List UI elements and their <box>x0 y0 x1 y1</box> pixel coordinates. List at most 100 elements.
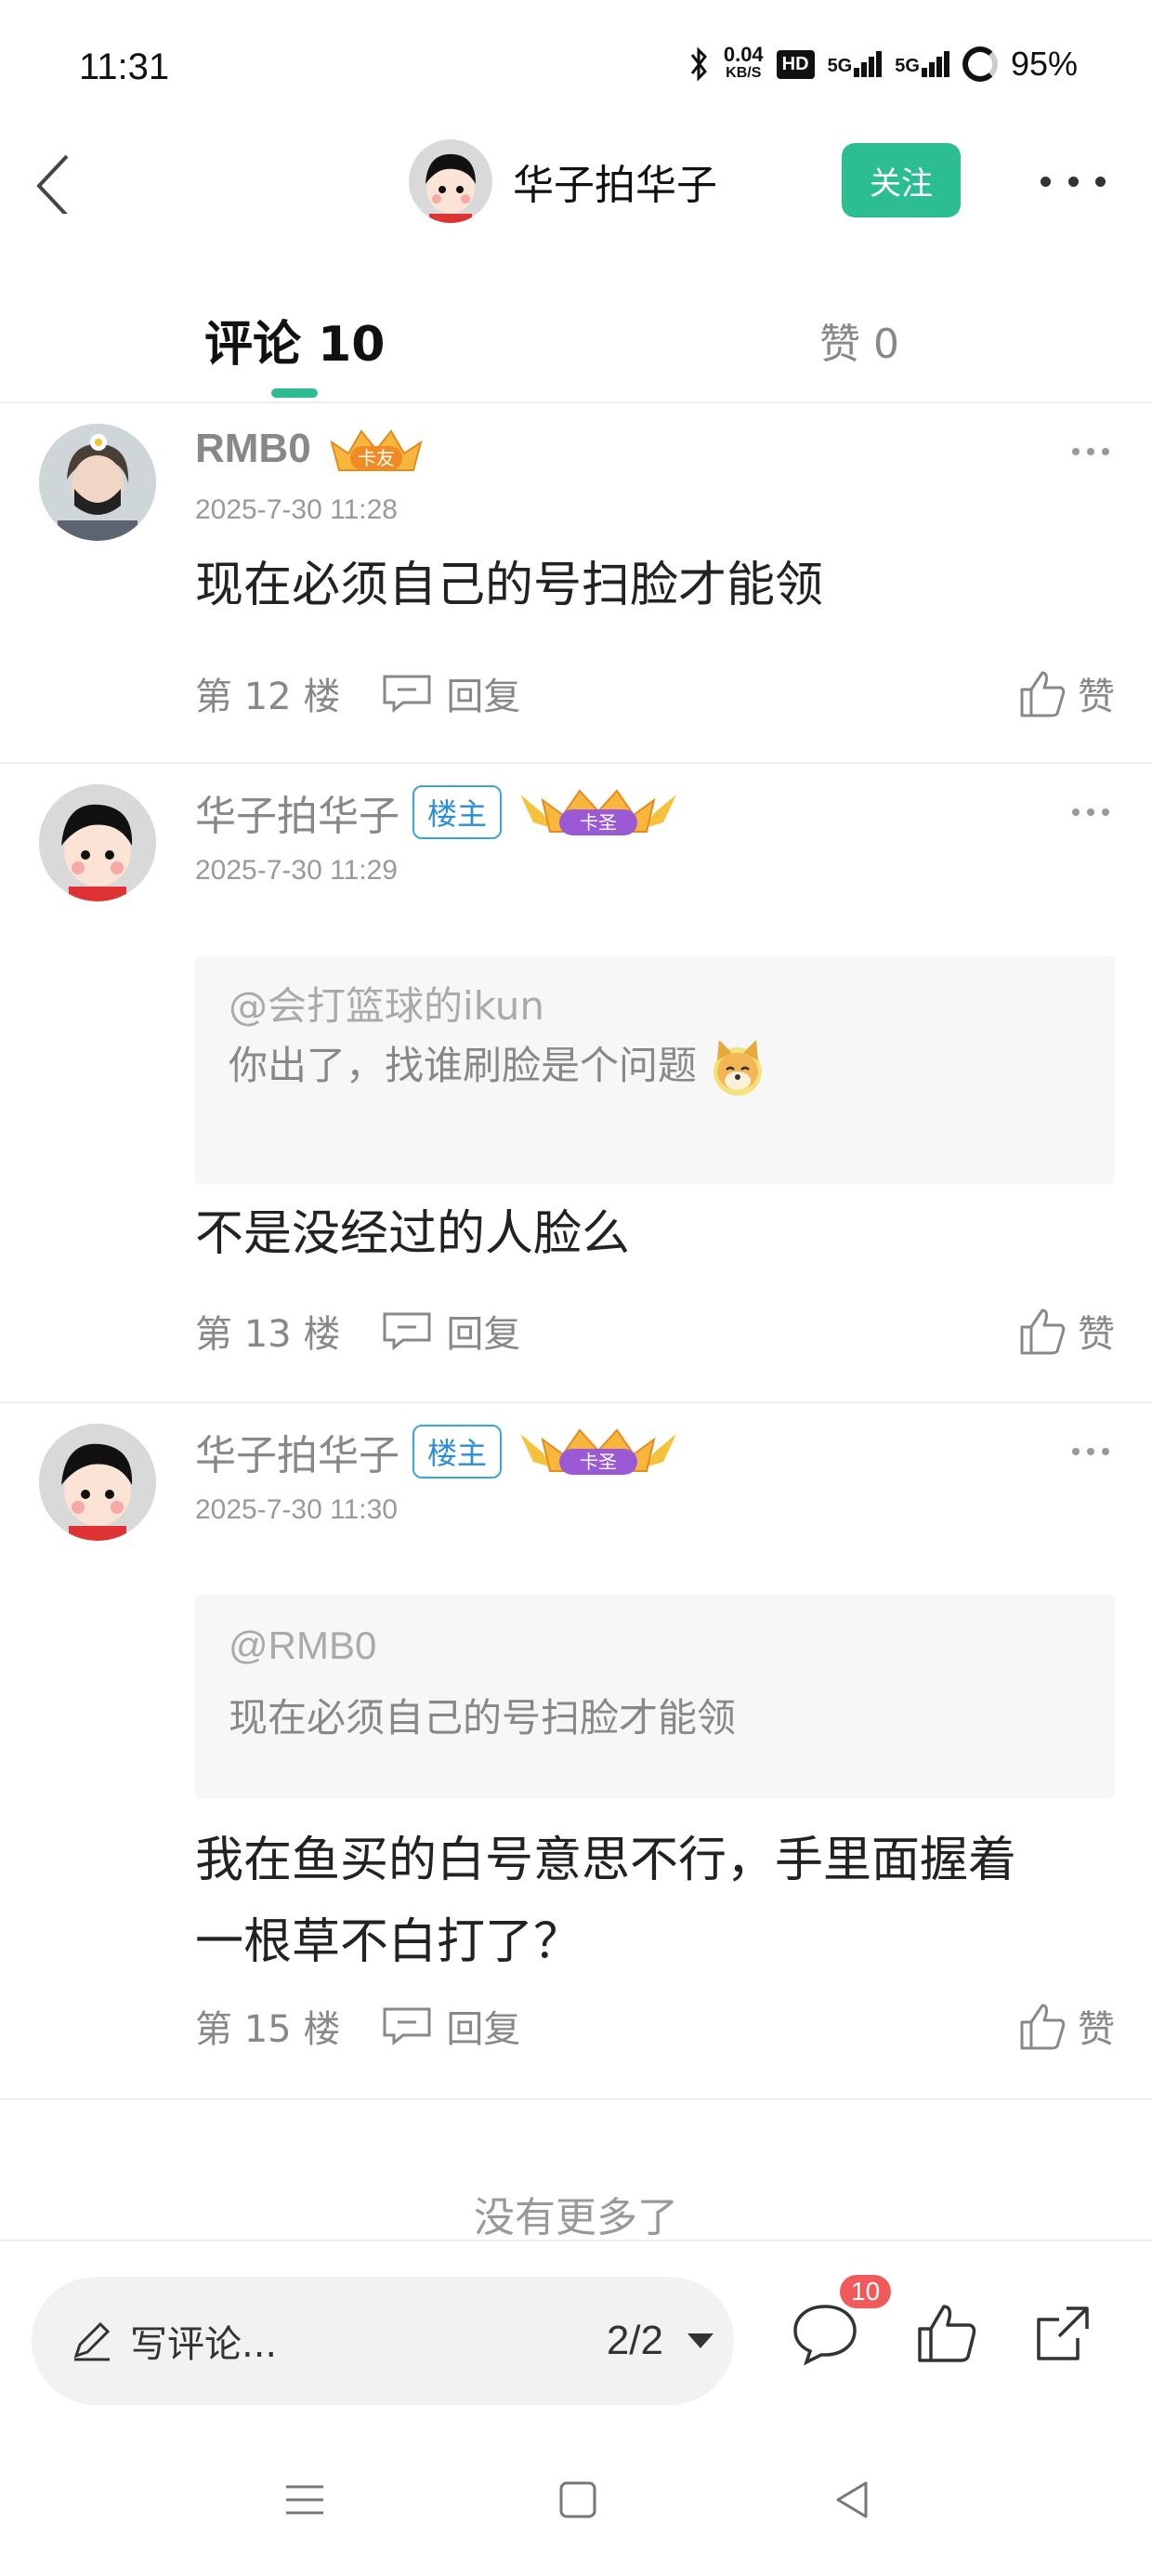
cartoon-avatar-icon <box>39 784 156 901</box>
comment-body-line: 我在鱼买的白号意思不行，手里面握着 <box>195 1833 1017 1888</box>
reply-label: 回复 <box>446 676 521 718</box>
battery-percent: 95% <box>1010 45 1078 83</box>
comment-author-row: RMB0 卡友 <box>195 422 428 476</box>
comment-time: 2025-7-30 11:30 <box>195 1494 398 1525</box>
battery-icon <box>962 46 998 82</box>
avatar[interactable] <box>39 1424 156 1541</box>
reply-icon <box>383 675 431 714</box>
comment-author-name[interactable]: RMB0 <box>195 426 311 472</box>
quoted-comment[interactable]: @会打篮球的ikun 你出了，找谁刷脸是个问题 <box>195 955 1115 1184</box>
medal-label: 卡友 <box>358 447 395 469</box>
crown-medal-icon: 卡圣 <box>520 789 677 835</box>
reply-button[interactable]: 回复 <box>381 1304 520 1358</box>
hd-badge: HD <box>776 49 815 79</box>
tab-likes[interactable]: 赞 0 <box>819 310 899 370</box>
no-more-text: 没有更多了 <box>474 2194 678 2241</box>
comment-more-icon[interactable] <box>1072 808 1109 816</box>
thumb-up-icon[interactable] <box>910 2297 985 2372</box>
status-bar: 11:31 0.04 KB/S HD 5G 5G 95% <box>0 0 1152 139</box>
avatar[interactable] <box>39 784 156 901</box>
like-button[interactable]: 赞 <box>1016 1304 1115 1358</box>
avatar[interactable] <box>409 139 492 223</box>
net-speed-value: 0.04 <box>723 43 764 66</box>
comment-item: 华子拍华子 楼主 卡圣 2025-7-30 11:29 @会打篮球的ikun 你… <box>0 766 1152 1403</box>
home-nav-icon[interactable] <box>550 2472 606 2528</box>
reply-icon <box>383 1312 431 1351</box>
avatar[interactable] <box>39 424 156 541</box>
reply-button[interactable]: 回复 <box>381 1999 520 2053</box>
comment-item: RMB0 卡友 2025-7-30 11:28 现在必须自己的号扫脸才能领 第 … <box>0 405 1152 764</box>
comment-author-row: 华子拍华子 楼主 卡圣 <box>195 782 682 842</box>
reply-icon <box>383 2007 431 2046</box>
quote-mention[interactable]: @RMB0 <box>229 1619 1081 1673</box>
comment-body: 现在必须自己的号扫脸才能领 <box>195 558 824 613</box>
header-user-name[interactable]: 华子拍华子 <box>513 151 717 211</box>
floor-number: 第 13 楼 <box>195 1313 341 1356</box>
bottom-action-bar: 写评论... 2/2 10 <box>0 2240 1152 2425</box>
quote-text: 现在必须自己的号扫脸才能领 <box>229 1695 737 1741</box>
comment-body: 不是没经过的人脸么 <box>195 1206 631 1262</box>
owner-badge: 楼主 <box>412 785 503 839</box>
system-nav-bar <box>0 2425 1152 2576</box>
comment-body: 我在鱼买的白号意思不行，手里面握着 一根草不白打了？ <box>195 1820 1115 1983</box>
crown-medal-icon: 卡圣 <box>520 1428 677 1475</box>
medal-badge: 卡友 <box>324 422 428 476</box>
quote-text: 你出了，找谁刷脸是个问题 <box>229 1043 698 1088</box>
comment-icon[interactable] <box>788 2297 862 2372</box>
medal-badge: 卡圣 <box>515 785 682 839</box>
back-nav-icon[interactable] <box>825 2472 881 2528</box>
comment-footer: 第 15 楼 回复 赞 <box>195 1998 1115 2054</box>
more-icon[interactable] <box>1041 158 1106 204</box>
like-button[interactable]: 赞 <box>1016 666 1115 720</box>
sim2-label: 5G <box>895 56 920 76</box>
floor-number: 第 12 楼 <box>195 676 341 718</box>
page-indicator[interactable]: 2/2 <box>607 2318 663 2364</box>
write-comment-input[interactable]: 写评论... 2/2 <box>32 2277 734 2405</box>
medal-label: 卡圣 <box>580 811 617 834</box>
medal-badge: 卡圣 <box>515 1425 682 1479</box>
comment-more-icon[interactable] <box>1072 1448 1109 1455</box>
top-header: 华子拍华子 关注 <box>0 139 1152 260</box>
chevron-down-icon[interactable] <box>687 2333 713 2348</box>
write-comment-placeholder: 写评论... <box>130 2323 278 2366</box>
follow-button[interactable]: 关注 <box>842 143 961 217</box>
net-speed-unit: KB/S <box>726 65 762 81</box>
signal-sim1-icon: 5G <box>828 51 883 77</box>
share-icon[interactable] <box>1026 2297 1100 2372</box>
comment-item: 华子拍华子 楼主 卡圣 2025-7-30 11:30 @RMB0 现在必须自己… <box>0 1405 1152 2100</box>
cartoon-avatar-icon <box>409 139 492 223</box>
reply-button[interactable]: 回复 <box>381 666 520 720</box>
back-icon[interactable] <box>28 149 93 214</box>
comment-more-icon[interactable] <box>1072 448 1109 455</box>
comment-author-name[interactable]: 华子拍华子 <box>195 782 399 842</box>
tab-bar: 评论 10 赞 0 <box>0 288 1152 403</box>
net-speed: 0.04 KB/S <box>723 43 764 83</box>
comment-footer: 第 13 楼 回复 赞 <box>195 1303 1115 1359</box>
quoted-comment[interactable]: @RMB0 现在必须自己的号扫脸才能领 <box>195 1595 1115 1799</box>
tab-comments[interactable]: 评论 10 <box>204 305 385 375</box>
signal-sim2-icon: 5G <box>895 51 949 77</box>
thumb-up-icon <box>1020 671 1066 717</box>
owner-badge: 楼主 <box>412 1425 503 1479</box>
thumb-up-icon <box>1020 2004 1066 2050</box>
reply-label: 回复 <box>446 1313 521 1356</box>
like-button[interactable]: 赞 <box>1016 1999 1115 2053</box>
comment-time: 2025-7-30 11:28 <box>195 494 398 525</box>
tab-active-indicator <box>271 388 318 398</box>
comment-footer: 第 12 楼 回复 赞 <box>195 665 1115 721</box>
quote-mention[interactable]: @会打篮球的ikun <box>229 979 1081 1033</box>
header-user[interactable]: 华子拍华子 <box>409 139 717 223</box>
reply-label: 回复 <box>446 2008 521 2051</box>
pencil-icon <box>73 2321 111 2361</box>
like-label: 赞 <box>1078 2008 1115 2051</box>
menu-nav-icon[interactable] <box>277 2472 333 2528</box>
crown-medal-icon: 卡友 <box>330 429 423 471</box>
like-label: 赞 <box>1078 1313 1115 1356</box>
comment-count-badge: 10 <box>840 2275 892 2308</box>
floor-number: 第 15 楼 <box>195 2008 341 2051</box>
sim1-label: 5G <box>827 56 853 76</box>
comment-author-name[interactable]: 华子拍华子 <box>195 1422 399 1481</box>
shiba-dog-emoji-icon <box>713 1040 763 1096</box>
comment-time: 2025-7-30 11:29 <box>195 855 398 886</box>
masked-boy-avatar-icon <box>39 424 156 541</box>
